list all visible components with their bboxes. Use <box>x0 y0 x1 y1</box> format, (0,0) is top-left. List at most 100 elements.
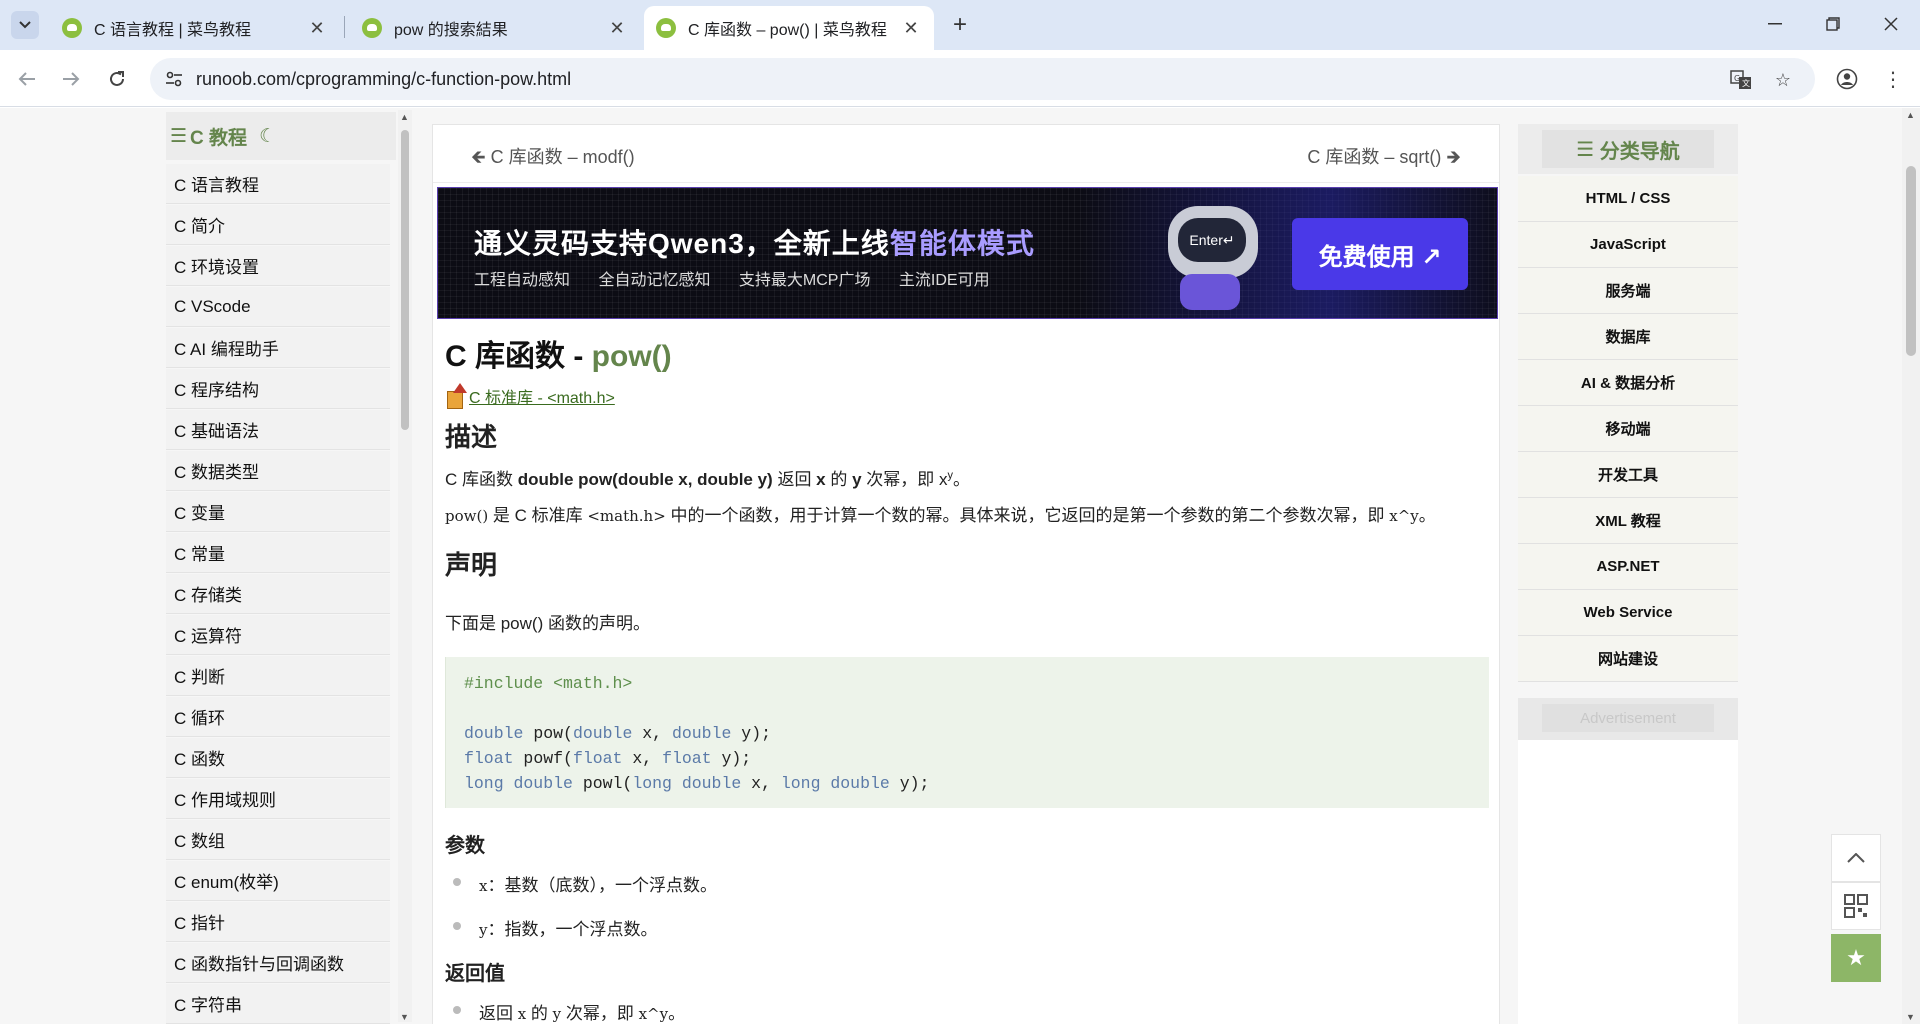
advertisement-label: Advertisement <box>1542 704 1714 732</box>
sidebar-item[interactable]: C 简介 <box>166 205 390 245</box>
category-nav-item[interactable]: 网站建设 <box>1518 636 1738 682</box>
desc-line-1: C 库函数 double pow(double x, double y) 返回 … <box>445 469 971 489</box>
restore-button[interactable] <box>1810 8 1856 40</box>
close-icon[interactable]: ✕ <box>606 17 628 39</box>
sidebar-item[interactable]: C AI 编程助手 <box>166 328 390 368</box>
category-nav-item[interactable]: 移动端 <box>1518 406 1738 452</box>
favorite-button[interactable]: ★ <box>1831 934 1881 982</box>
browser-tab[interactable]: pow 的搜索結果 ✕ <box>350 6 640 50</box>
back-button[interactable] <box>12 64 42 94</box>
sidebar-item[interactable]: C 环境设置 <box>166 246 390 286</box>
ad-banner[interactable]: 通义灵码支持Qwen3，全新上线智能体模式 工程自动感知 全自动记忆感知 支持最… <box>437 187 1498 319</box>
category-nav-item[interactable]: 数据库 <box>1518 314 1738 360</box>
scrollbar-thumb[interactable] <box>401 130 409 430</box>
close-icon <box>1884 17 1898 31</box>
close-icon[interactable]: ✕ <box>900 17 922 39</box>
sidebar-item[interactable]: C 判断 <box>166 656 390 696</box>
arrow-right-icon: 🡺 <box>1441 147 1461 167</box>
sidebar-item[interactable]: C 指针 <box>166 902 390 942</box>
sidebar-title: C 教程 <box>190 127 248 149</box>
banner-title: 通义灵码支持Qwen3，全新上线智能体模式 <box>474 228 1035 259</box>
prev-label: C 库函数 – modf() <box>490 147 635 167</box>
sidebar-item[interactable]: C 数据类型 <box>166 451 390 491</box>
sidebar-item[interactable]: C 语言教程 <box>166 164 390 204</box>
decl-heading: 声明 <box>445 550 498 580</box>
sidebar-item[interactable]: C 循环 <box>166 697 390 737</box>
scrollbar-thumb[interactable] <box>1906 166 1916 356</box>
site-info-icon[interactable] <box>164 69 184 89</box>
profile-icon[interactable] <box>1832 64 1862 94</box>
browser-tab[interactable]: C 语言教程 | 菜鸟教程 ✕ <box>50 6 340 50</box>
tab-title: C 语言教程 | 菜鸟教程 <box>94 22 252 39</box>
category-nav-item[interactable]: 服务端 <box>1518 268 1738 314</box>
browser-tab-active[interactable]: C 库函数 – pow() | 菜鸟教程 ✕ <box>644 6 934 50</box>
list-icon: ☰ <box>1576 138 1600 161</box>
code-line: double pow(double x, double y); <box>464 724 771 743</box>
close-icon[interactable]: ✕ <box>306 17 328 39</box>
category-nav-item[interactable]: JavaScript <box>1518 222 1738 268</box>
sidebar-item[interactable]: C 运算符 <box>166 615 390 655</box>
category-nav-item[interactable]: XML 教程 <box>1518 498 1738 544</box>
sidebar-item[interactable]: C 存储类 <box>166 574 390 614</box>
tab-search-button[interactable] <box>11 11 39 39</box>
sidebar-item[interactable]: C 作用域规则 <box>166 779 390 819</box>
stdlib-link[interactable]: C 标准库 - <math.h> <box>469 384 615 408</box>
category-nav-item[interactable]: 开发工具 <box>1518 452 1738 498</box>
more-menu-icon[interactable]: ⋮ <box>1878 64 1908 94</box>
code-line: long double powl(long double x, long dou… <box>464 774 930 793</box>
qr-code-button[interactable] <box>1831 882 1881 930</box>
tab-divider <box>344 16 345 38</box>
svg-text:G: G <box>1734 74 1740 83</box>
close-window-button[interactable] <box>1868 8 1914 40</box>
param-item: y：指数，一个浮点数。 <box>452 915 657 940</box>
prev-article-link[interactable]: 🡸 C 库函数 – modf() <box>471 143 635 175</box>
sidebar-item[interactable]: C 字符串 <box>166 984 390 1024</box>
article: 🡸 C 库函数 – modf() C 库函数 – sqrt() 🡺 通义灵码支持… <box>432 124 1500 1024</box>
sidebar-item[interactable]: C 函数指针与回调函数 <box>166 943 390 983</box>
sidebar-item[interactable]: C 基础语法 <box>166 410 390 450</box>
chevron-up-icon <box>1847 853 1865 863</box>
scroll-down-icon[interactable]: ▼ <box>400 1012 409 1022</box>
scroll-down-icon[interactable]: ▼ <box>1906 1012 1915 1022</box>
sidebar-scrollbar[interactable]: ▲ ▼ <box>398 110 412 1022</box>
prev-next-nav: 🡸 C 库函数 – modf() C 库函数 – sqrt() 🡺 <box>433 125 1499 183</box>
code-block: #include <math.h> double pow(double x, d… <box>445 657 1489 808</box>
qr-code-icon <box>1844 894 1868 918</box>
address-toolbar: runoob.com/cprogramming/c-function-pow.h… <box>0 50 1920 107</box>
star-icon: ★ <box>1846 945 1866 970</box>
sidebar-item[interactable]: C 程序结构 <box>166 369 390 409</box>
return-heading: 返回值 <box>445 963 505 985</box>
bookmark-star-icon[interactable]: ☆ <box>1772 69 1794 91</box>
sidebar-item[interactable]: C 函数 <box>166 738 390 778</box>
minimize-button[interactable] <box>1752 8 1798 40</box>
next-article-link[interactable]: C 库函数 – sqrt() 🡺 <box>1307 143 1461 175</box>
page-scrollbar[interactable]: ▲ ▼ <box>1902 108 1920 1024</box>
forward-button[interactable] <box>56 64 86 94</box>
back-to-top-button[interactable] <box>1831 834 1881 882</box>
category-nav-item[interactable]: AI & 数据分析 <box>1518 360 1738 406</box>
arrow-left-icon: 🡸 <box>471 147 491 167</box>
scroll-up-icon[interactable]: ▲ <box>400 112 409 122</box>
sidebar-item[interactable]: C VScode <box>166 287 390 327</box>
omnibox[interactable]: runoob.com/cprogramming/c-function-pow.h… <box>150 58 1815 100</box>
category-nav-item[interactable]: Web Service <box>1518 590 1738 636</box>
reload-button[interactable] <box>102 64 132 94</box>
new-tab-button[interactable]: + <box>946 11 974 39</box>
translate-icon[interactable]: G文 <box>1730 69 1752 91</box>
category-nav-item[interactable]: ASP.NET <box>1518 544 1738 590</box>
advertisement-box: Advertisement <box>1518 698 1738 1024</box>
code-line: float powf(float x, float y); <box>464 749 752 768</box>
scroll-up-icon[interactable]: ▲ <box>1906 110 1915 120</box>
sidebar-item[interactable]: C 常量 <box>166 533 390 573</box>
category-nav-item[interactable]: HTML / CSS <box>1518 176 1738 222</box>
category-nav: ☰ 分类导航 HTML / CSS JavaScript 服务端 数据库 AI & 数据… <box>1518 124 1738 684</box>
sidebar-item[interactable]: C enum(枚举) <box>166 861 390 901</box>
robot-screen-text: Enter↵ <box>1178 218 1246 262</box>
runoob-favicon-icon <box>656 18 676 38</box>
moon-icon[interactable]: ☾ <box>259 125 276 148</box>
banner-cta-button[interactable]: 免费使用 ↗ <box>1292 218 1468 290</box>
sidebar-item[interactable]: C 数组 <box>166 820 390 860</box>
minimize-icon <box>1768 23 1782 25</box>
sidebar-item[interactable]: C 变量 <box>166 492 390 532</box>
